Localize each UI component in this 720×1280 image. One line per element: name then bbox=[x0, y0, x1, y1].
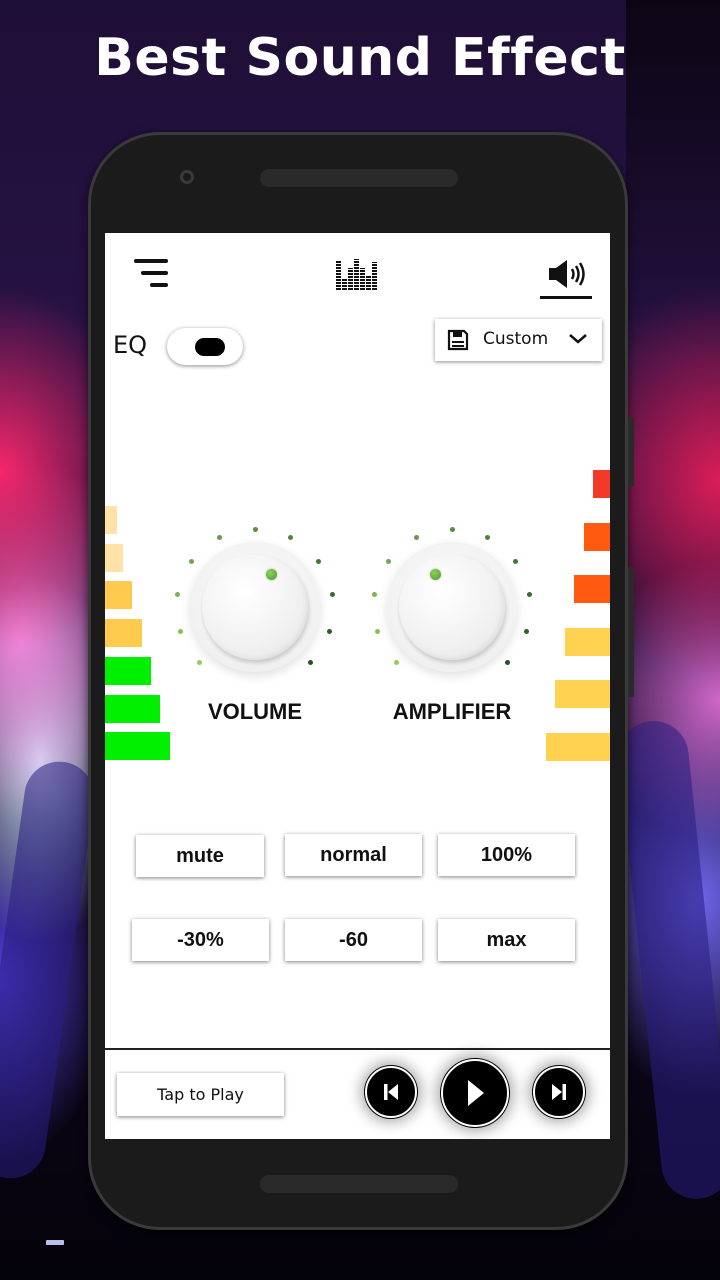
eq-toggle-thumb bbox=[195, 338, 225, 356]
volume-knob-group bbox=[170, 522, 340, 692]
meter-bar-right-4 bbox=[565, 627, 610, 656]
meter-bar-left-4 bbox=[105, 619, 142, 648]
amplifier-knob-indicator bbox=[430, 569, 442, 581]
skip-next-icon bbox=[552, 1084, 566, 1100]
volume-tick-dot bbox=[326, 628, 332, 634]
volume-knob-cap bbox=[202, 554, 308, 660]
preset-selected-label: Custom bbox=[483, 329, 549, 349]
volume-tick-dot bbox=[175, 592, 181, 598]
amplifier-tick-dot bbox=[449, 526, 455, 532]
active-tab-indicator bbox=[540, 296, 592, 299]
amplifier-tick-dot bbox=[512, 558, 518, 564]
volume-tick-dot bbox=[307, 659, 313, 665]
phone-volume-button bbox=[628, 567, 634, 697]
meter-bar-right-6 bbox=[546, 732, 610, 761]
amplifier-tick-dot bbox=[414, 535, 420, 540]
chevron-down-icon bbox=[569, 334, 587, 344]
meter-bar-right-5 bbox=[555, 680, 610, 708]
meter-bar-left-1 bbox=[105, 506, 117, 534]
preset-dropdown[interactable]: Custom bbox=[435, 319, 602, 361]
preset-button-minus60[interactable]: -60 bbox=[285, 919, 422, 961]
speaker-tab[interactable] bbox=[540, 255, 592, 299]
meter-bar-right-1 bbox=[593, 470, 610, 498]
amplifier-tick-dot bbox=[386, 558, 392, 564]
preset-button-max[interactable]: max bbox=[438, 919, 575, 961]
volume-knob-indicator bbox=[265, 569, 277, 581]
speaker-volume-icon bbox=[549, 260, 585, 288]
amplifier-knob-group bbox=[367, 522, 537, 692]
volume-tick-dot bbox=[178, 628, 184, 634]
promo-headline: Best Sound Effect bbox=[94, 28, 626, 88]
preset-button-mute[interactable]: mute bbox=[136, 835, 264, 877]
page-indicator bbox=[46, 1240, 64, 1245]
volume-tick-dot bbox=[287, 535, 293, 540]
amplifier-knob-cap bbox=[399, 554, 505, 660]
earpiece-speaker bbox=[260, 169, 458, 187]
front-camera bbox=[180, 170, 194, 184]
amplifier-tick-dot bbox=[504, 659, 510, 665]
menu-lines-icon[interactable] bbox=[132, 259, 168, 291]
amplifier-tick-dot bbox=[523, 628, 529, 634]
eq-label: EQ bbox=[113, 331, 148, 359]
amplifier-tick-dot bbox=[526, 592, 532, 598]
tap-to-play-button[interactable]: Tap to Play bbox=[117, 1073, 284, 1116]
player-divider bbox=[105, 1048, 610, 1050]
phone-power-button bbox=[628, 417, 634, 487]
skip-previous-icon bbox=[384, 1084, 398, 1100]
volume-label: VOLUME bbox=[207, 699, 303, 724]
next-button[interactable] bbox=[533, 1066, 585, 1118]
amplifier-tick-dot bbox=[484, 535, 490, 540]
meter-bar-left-5 bbox=[105, 656, 151, 685]
preset-button-minus30[interactable]: -30% bbox=[132, 919, 269, 961]
meter-bar-right-2 bbox=[584, 522, 610, 551]
play-icon bbox=[468, 1080, 484, 1106]
previous-button[interactable] bbox=[365, 1066, 417, 1118]
amplifier-tick-dot bbox=[375, 628, 381, 634]
amplifier-tick-dot bbox=[372, 592, 378, 598]
meter-bar-left-2 bbox=[105, 543, 123, 572]
app-screen: EQ Custom VOLUME AMPLIFIER mute normal 1… bbox=[105, 233, 610, 1139]
amplifier-tick-dot bbox=[394, 659, 400, 665]
preset-button-100[interactable]: 100% bbox=[438, 834, 575, 876]
meter-bar-left-6 bbox=[105, 694, 160, 723]
amplifier-knob[interactable] bbox=[387, 542, 517, 672]
volume-tick-dot bbox=[197, 659, 203, 665]
meter-bar-left-7 bbox=[105, 732, 170, 761]
volume-tick-dot bbox=[217, 535, 223, 540]
volume-tick-dot bbox=[252, 526, 258, 532]
volume-tick-dot bbox=[329, 592, 335, 598]
meter-bar-left-3 bbox=[105, 581, 132, 610]
eq-toggle[interactable] bbox=[167, 328, 243, 365]
preset-button-normal[interactable]: normal bbox=[285, 834, 422, 876]
play-button[interactable] bbox=[441, 1059, 509, 1127]
equalizer-bars-icon[interactable] bbox=[335, 258, 381, 290]
bottom-speaker bbox=[260, 1175, 458, 1193]
volume-tick-dot bbox=[315, 558, 321, 564]
meter-bar-right-3 bbox=[574, 575, 610, 603]
volume-tick-dot bbox=[189, 558, 195, 564]
amplifier-label: AMPLIFIER bbox=[392, 699, 512, 724]
volume-knob[interactable] bbox=[190, 542, 320, 672]
save-icon bbox=[447, 329, 469, 351]
